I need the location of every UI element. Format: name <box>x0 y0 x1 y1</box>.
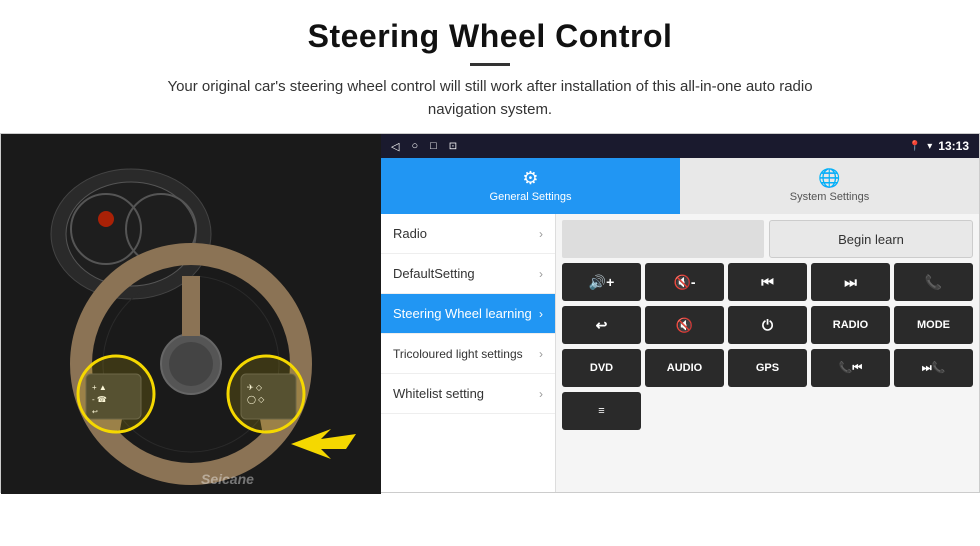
menu-button[interactable]: ≡ <box>562 392 641 430</box>
mute-button[interactable]: 🔇 <box>645 306 724 344</box>
controls-area: Begin learn 🔊+ 🔇- ⏮ <box>556 214 979 492</box>
radio-button[interactable]: RADIO <box>811 306 890 344</box>
dvd-label: DVD <box>590 362 613 374</box>
empty-input-box <box>562 220 764 258</box>
arrow-icon: › <box>539 387 543 401</box>
vol-up-button[interactable]: 🔊+ <box>562 263 641 301</box>
audio-label: AUDIO <box>667 362 702 374</box>
location-icon: 📍 <box>909 141 921 152</box>
mute-icon: 🔇 <box>676 317 693 334</box>
phone-prev-icon: 📞⏮ <box>839 361 863 375</box>
steering-image: + ▲ - ☎ ↩ ✈ ◇ ◯ ◇ Seicane <box>1 134 381 494</box>
title-divider <box>470 63 510 66</box>
tab-general-label: General Settings <box>490 191 572 203</box>
next-icon: ⏭ <box>844 274 857 291</box>
gps-button[interactable]: GPS <box>728 349 807 387</box>
tab-system[interactable]: 🌐 System Settings <box>680 158 979 214</box>
menu-tricoloured-label: Tricoloured light settings <box>393 347 523 361</box>
prev-icon: ⏮ <box>761 274 774 291</box>
home-icon[interactable]: ○ <box>411 140 418 152</box>
android-panel: ◁ ○ □ ⊡ 📍 ▾ 13:13 ⚙ General Settings <box>381 134 979 492</box>
phone-next-button[interactable]: ⏭📞 <box>894 349 973 387</box>
menu-whitelist-label: Whitelist setting <box>393 386 484 401</box>
menu-list: Radio › DefaultSetting › Steering Wheel … <box>381 214 556 492</box>
time-display: 13:13 <box>938 139 969 153</box>
mode-label: MODE <box>917 319 950 331</box>
prev-track-button[interactable]: ⏮ <box>728 263 807 301</box>
vol-up-icon: 🔊+ <box>589 274 615 291</box>
menu-item-tricoloured[interactable]: Tricoloured light settings › <box>381 334 555 374</box>
next-track-button[interactable]: ⏭ <box>811 263 890 301</box>
phone-button[interactable]: 📞 <box>894 263 973 301</box>
arrow-icon: › <box>539 307 543 321</box>
power-button[interactable]: ⏻ <box>728 306 807 344</box>
begin-learn-button[interactable]: Begin learn <box>769 220 973 258</box>
phone-prev-button[interactable]: 📞⏮ <box>811 349 890 387</box>
gear-icon: ⚙ <box>522 168 538 189</box>
tab-system-label: System Settings <box>790 191 869 203</box>
tab-bar: ⚙ General Settings 🌐 System Settings <box>381 158 979 214</box>
status-bar: ◁ ○ □ ⊡ 📍 ▾ 13:13 <box>381 134 979 158</box>
menu-item-whitelist[interactable]: Whitelist setting › <box>381 374 555 414</box>
controls-top-row: Begin learn <box>562 220 973 258</box>
radio-label: RADIO <box>833 319 868 331</box>
controls-row2: ↩ 🔇 ⏻ RADIO MODE <box>562 306 973 344</box>
menu-item-radio[interactable]: Radio › <box>381 214 555 254</box>
content-area: + ▲ - ☎ ↩ ✈ ◇ ◯ ◇ Seicane ◁ <box>0 133 980 493</box>
audio-button[interactable]: AUDIO <box>645 349 724 387</box>
page-container: Steering Wheel Control Your original car… <box>0 0 980 493</box>
phone-icon: 📞 <box>925 274 942 291</box>
nav-icons: ◁ ○ □ ⊡ <box>391 140 457 153</box>
phone-next-icon: ⏭📞 <box>922 361 946 375</box>
menu-steering-label: Steering Wheel learning <box>393 306 532 321</box>
controls-row4: ≡ <box>562 392 973 430</box>
back-icon[interactable]: ◁ <box>391 140 399 153</box>
gps-label: GPS <box>756 362 779 374</box>
status-indicators: 📍 ▾ 13:13 <box>909 139 969 153</box>
arrow-icon: › <box>539 227 543 241</box>
subtitle: Your original car's steering wheel contr… <box>140 76 840 121</box>
menu-icon: ≡ <box>598 405 604 417</box>
system-icon: 🌐 <box>818 168 840 189</box>
header-section: Steering Wheel Control Your original car… <box>0 0 980 133</box>
arrow-icon: › <box>539 347 543 361</box>
menu-item-steering[interactable]: Steering Wheel learning › <box>381 294 555 334</box>
main-panel: Radio › DefaultSetting › Steering Wheel … <box>381 214 979 492</box>
power-icon: ⏻ <box>762 317 773 334</box>
wifi-icon: ▾ <box>927 141 932 152</box>
mode-button[interactable]: MODE <box>894 306 973 344</box>
svg-text:Seicane: Seicane <box>201 471 254 487</box>
menu-item-default[interactable]: DefaultSetting › <box>381 254 555 294</box>
dvd-button[interactable]: DVD <box>562 349 641 387</box>
controls-row1: 🔊+ 🔇- ⏮ ⏭ 📞 <box>562 263 973 301</box>
page-title: Steering Wheel Control <box>40 18 940 55</box>
hangup-button[interactable]: ↩ <box>562 306 641 344</box>
vol-down-icon: 🔇- <box>673 274 695 291</box>
hangup-icon: ↩ <box>596 317 608 334</box>
tab-general[interactable]: ⚙ General Settings <box>381 158 680 214</box>
vol-down-button[interactable]: 🔇- <box>645 263 724 301</box>
menu-radio-label: Radio <box>393 226 427 241</box>
controls-row3: DVD AUDIO GPS 📞⏮ ⏭📞 <box>562 349 973 387</box>
screenshot-icon[interactable]: ⊡ <box>449 141 457 152</box>
recents-icon[interactable]: □ <box>430 140 437 152</box>
menu-default-label: DefaultSetting <box>393 266 475 281</box>
arrow-icon: › <box>539 267 543 281</box>
